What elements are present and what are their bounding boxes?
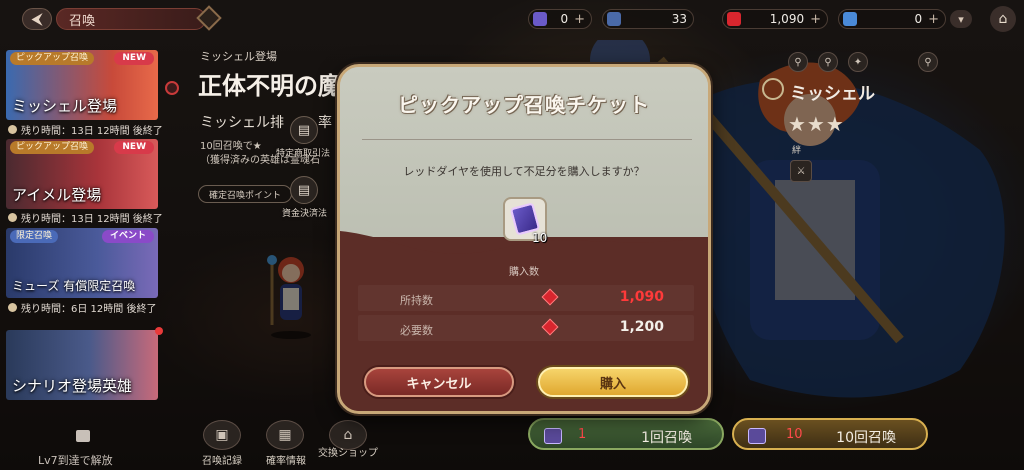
currency-blue-gem[interactable]: 0 + xyxy=(838,9,946,29)
character-stars: ★★★ xyxy=(788,112,845,136)
clock-icon xyxy=(8,125,17,134)
specified-commerce-button[interactable]: ▤ xyxy=(290,116,318,144)
summon-history-label: 召喚記録 xyxy=(202,456,242,467)
summon-1x-button[interactable]: 1 1回召喚 xyxy=(528,418,724,450)
arrow-left-icon: ⮜ xyxy=(31,9,43,28)
document-icon: ▤ xyxy=(297,182,311,198)
bond-label: 絆 xyxy=(792,146,802,156)
notification-dot xyxy=(155,327,163,335)
guaranteed-point-button[interactable]: 確定召喚ポイント xyxy=(198,185,293,203)
shop-icon: ⌂ xyxy=(343,427,353,443)
document-icon: ▤ xyxy=(297,122,311,138)
zoom-in-button[interactable]: ⚲ xyxy=(788,52,808,72)
history-icon: ▣ xyxy=(215,427,229,443)
add-ticket-button[interactable]: + xyxy=(574,12,585,27)
event-kicker: ミッシェル登場 xyxy=(200,50,277,63)
home-button[interactable]: ⌂ xyxy=(990,6,1016,32)
blue-gem-icon xyxy=(843,12,857,26)
event-subtitle: ミッシェル排 xyxy=(200,115,284,131)
magnifier-icon: ⚲ xyxy=(824,56,832,68)
banner-remaining-time: 残り時間：6日 12時間 後終了 xyxy=(8,300,156,315)
payment-services-label: 資金決済法 xyxy=(282,209,328,219)
rate-info-button[interactable]: ▦ xyxy=(266,420,304,450)
item-count: 10 xyxy=(532,231,548,245)
cancel-button[interactable]: キャンセル xyxy=(364,367,514,397)
lock-icon xyxy=(76,430,90,442)
banner-remaining-time: 残り時間：13日 12時間 後終了 xyxy=(8,122,163,137)
ticket-icon xyxy=(533,12,547,26)
ticket-icon xyxy=(544,428,562,444)
emblem-icon: ✦ xyxy=(853,56,863,68)
banner-aimel[interactable]: ピックアップ召喚 NEW アイメル登場 xyxy=(6,139,158,209)
back-button[interactable]: ⮜ xyxy=(22,8,52,30)
buy-button[interactable]: 購入 xyxy=(538,367,688,397)
red-diamond-icon xyxy=(727,12,741,26)
specified-commerce-label: 特定商取引法 xyxy=(276,149,331,159)
clock-icon xyxy=(8,213,17,222)
rate-info-label: 確率情報 xyxy=(266,456,306,467)
dialog-title: ピックアップ召喚チケット xyxy=(398,93,650,117)
chevron-down-icon: ▾ xyxy=(958,12,964,26)
quantity-label: 購入数 xyxy=(509,267,539,278)
red-diamond-icon xyxy=(541,288,559,306)
ticket-icon xyxy=(748,428,766,444)
top-bar: ⮜ 召喚 0 + 33 1,090 + 0 + ▾ ⌂ xyxy=(0,0,1024,38)
search-icon: ⚲ xyxy=(924,56,932,68)
payment-services-button[interactable]: ▤ xyxy=(290,176,318,204)
character-name: ミッシェル xyxy=(790,84,875,104)
exchange-shop-button[interactable]: ⌂ xyxy=(329,420,367,450)
summon-history-button[interactable]: ▣ xyxy=(203,420,241,450)
search-button[interactable]: ⚲ xyxy=(918,52,938,72)
red-diamond-icon xyxy=(541,318,559,336)
add-red-diamond-button[interactable]: + xyxy=(810,12,821,27)
exchange-shop-label: 交換ショップ xyxy=(318,448,378,459)
event-subtitle-tail: 率 xyxy=(318,115,332,131)
summon-10x-button[interactable]: 10 10回召喚 xyxy=(732,418,928,450)
chart-icon: ▦ xyxy=(278,427,292,443)
currency-cube: 33 xyxy=(602,9,694,29)
clock-icon xyxy=(8,303,17,312)
dialog-question: レッドダイヤを使用して不足分を購入しますか？ xyxy=(403,165,645,178)
home-icon: ⌂ xyxy=(998,11,1008,27)
purchase-dialog: ピックアップ召喚チケット レッドダイヤを使用して不足分を購入しますか？ 10 購… xyxy=(337,64,711,414)
event-title: 正体不明の魔 xyxy=(198,72,342,100)
magnifier-icon: ⚲ xyxy=(794,56,802,68)
banner-remaining-time: 残り時間：13日 12時間 後終了 xyxy=(8,210,163,225)
banner-michelle[interactable]: ピックアップ召喚 NEW ミッシェル登場 xyxy=(6,50,158,120)
info-button[interactable]: ✦ xyxy=(848,52,868,72)
bond-skill-button[interactable]: ⚔ xyxy=(790,160,812,182)
cube-icon xyxy=(607,12,621,26)
banner-muse[interactable]: 限定召喚 イベント ミューズ 有償限定召喚 xyxy=(6,228,158,298)
add-blue-gem-button[interactable]: + xyxy=(928,12,939,27)
currency-ticket[interactable]: 0 + xyxy=(528,9,592,29)
zoom-out-button[interactable]: ⚲ xyxy=(818,52,838,72)
selected-indicator-icon xyxy=(165,81,179,95)
owned-row: 所持数 1,090 xyxy=(358,285,694,311)
currency-red-diamond[interactable]: 1,090 + xyxy=(722,9,828,29)
locked-label: Lv7到達で解放 xyxy=(38,454,113,467)
page-title: 召喚 xyxy=(56,8,206,30)
banner-scenario[interactable]: シナリオ登場英雄 xyxy=(6,330,158,400)
claw-icon: ⚔ xyxy=(796,165,806,177)
divider xyxy=(362,139,692,140)
required-row: 必要数 1,200 xyxy=(358,315,694,341)
favorite-button[interactable]: ▾ xyxy=(950,10,972,28)
